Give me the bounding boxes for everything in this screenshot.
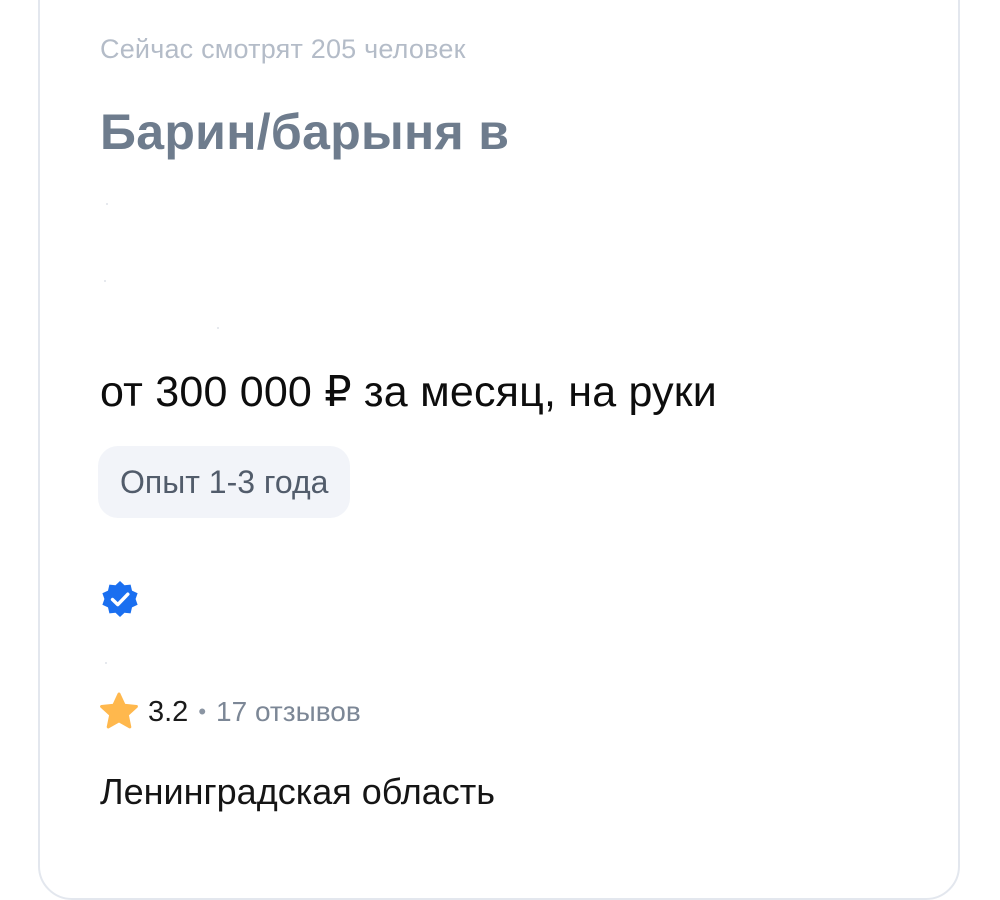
separator-dot: • bbox=[198, 699, 207, 724]
experience-label: Опыт 1-3 года bbox=[120, 463, 329, 500]
verified-badge-icon bbox=[102, 581, 138, 617]
experience-tag: Опыт 1-3 года bbox=[98, 446, 351, 518]
faint-mark bbox=[105, 662, 107, 664]
region: Ленинградская область bbox=[100, 771, 496, 812]
rating-value: 3.2 bbox=[148, 695, 189, 728]
salary: от 300 000 ₽ за месяц, на руки bbox=[100, 368, 718, 416]
vacancy-title[interactable]: Барин/барыня в bbox=[100, 103, 509, 161]
employer-rating[interactable]: 3.2 • 17 отзывов bbox=[98, 689, 361, 735]
reviews-link[interactable]: 17 отзывов bbox=[216, 696, 361, 728]
faint-mark bbox=[106, 203, 108, 205]
viewers-count: Сейчас смотрят 205 человек bbox=[100, 34, 466, 64]
star-icon bbox=[100, 692, 138, 729]
faint-mark bbox=[104, 280, 106, 282]
faint-mark bbox=[217, 327, 219, 329]
